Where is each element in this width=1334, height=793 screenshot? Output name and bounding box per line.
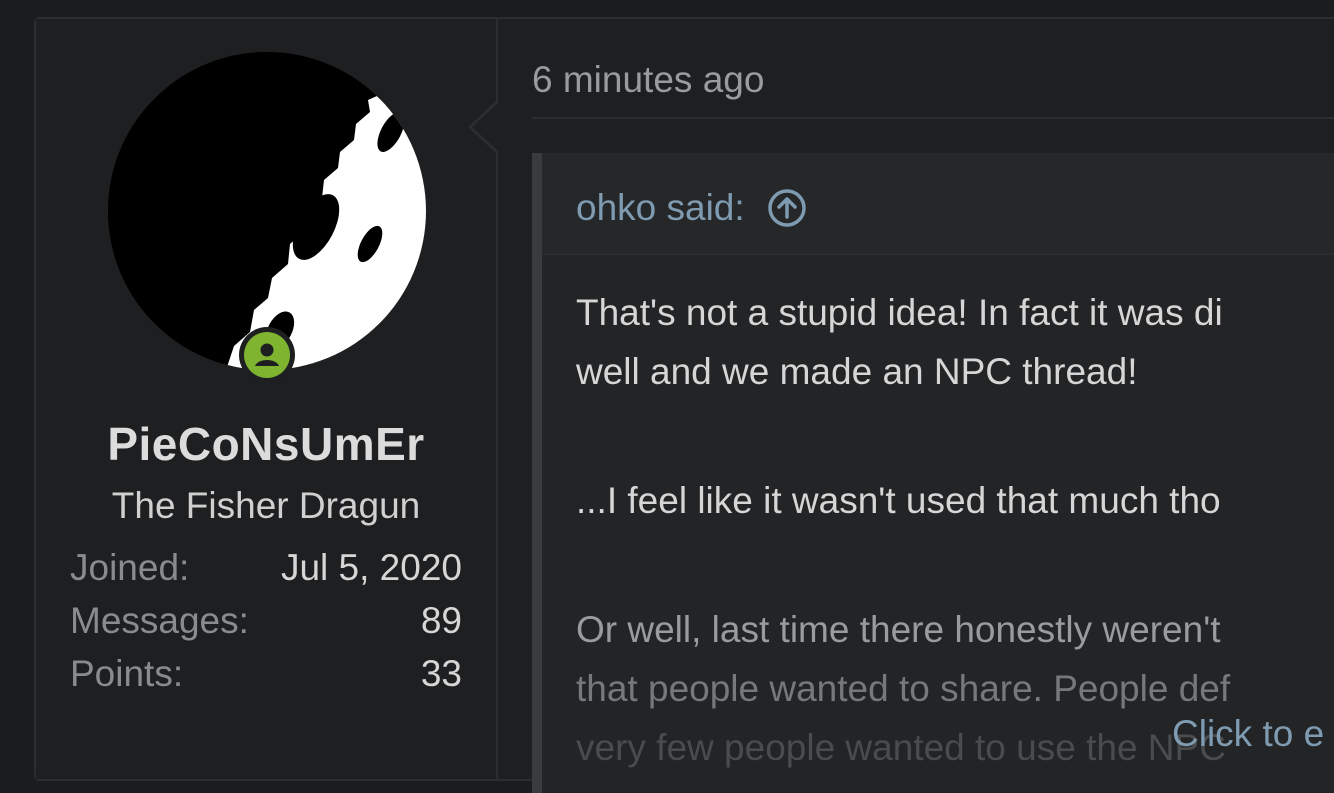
avatar[interactable] — [108, 52, 426, 370]
quote-expand-link[interactable]: Click to e — [1172, 713, 1324, 755]
stat-row-joined: Joined: Jul 5, 2020 — [70, 547, 462, 600]
message-cell: 6 minutes ago ohko said: That's not a st… — [532, 19, 1334, 793]
stat-value: 89 — [420, 600, 462, 641]
user-info-panel: PieCoNsUmEr The Fisher Dragun Joined: Ju… — [36, 19, 498, 779]
stat-value: Jul 5, 2020 — [280, 547, 462, 588]
quote-block: ohko said: That's not a stupid idea! In … — [532, 153, 1334, 793]
user-title: The Fisher Dragun — [111, 485, 421, 526]
quote-author-link[interactable]: ohko said: — [576, 187, 807, 229]
quote-author-label: ohko said: — [576, 187, 745, 228]
avatar-wrapper — [108, 52, 426, 383]
stat-row-messages: Messages: 89 — [70, 600, 462, 653]
quote-line: ...I feel like it wasn't used that much … — [576, 480, 1221, 521]
avatar-image — [108, 52, 426, 370]
quote-line: well and we made an NPC thread! — [576, 351, 1138, 392]
user-circle-icon — [244, 332, 290, 378]
stat-row-points: Points: 33 — [70, 653, 462, 706]
quote-line: Or well, last time there honestly weren'… — [576, 609, 1221, 650]
post-timestamp[interactable]: 6 minutes ago — [532, 59, 764, 101]
stat-label: Joined: — [70, 547, 190, 588]
post-container: PieCoNsUmEr The Fisher Dragun Joined: Ju… — [34, 17, 1334, 793]
stat-label: Points: — [70, 653, 184, 694]
user-stats: Joined: Jul 5, 2020 Messages: 89 Points:… — [70, 547, 462, 706]
online-status-badge — [239, 327, 295, 383]
username-link[interactable]: PieCoNsUmEr — [36, 417, 496, 471]
quote-line: that people wanted to share. People def — [576, 668, 1231, 709]
quote-line: That's not a stupid idea! In fact it was… — [576, 292, 1223, 333]
stat-label: Messages: — [70, 600, 249, 641]
divider — [532, 117, 1334, 119]
stat-value: 33 — [420, 653, 462, 694]
quote-content: That's not a stupid idea! In fact it was… — [576, 283, 1334, 777]
quote-header: ohko said: — [542, 153, 1334, 255]
post-arrow-inner — [472, 103, 498, 151]
arrow-up-circle-icon[interactable] — [767, 188, 807, 228]
